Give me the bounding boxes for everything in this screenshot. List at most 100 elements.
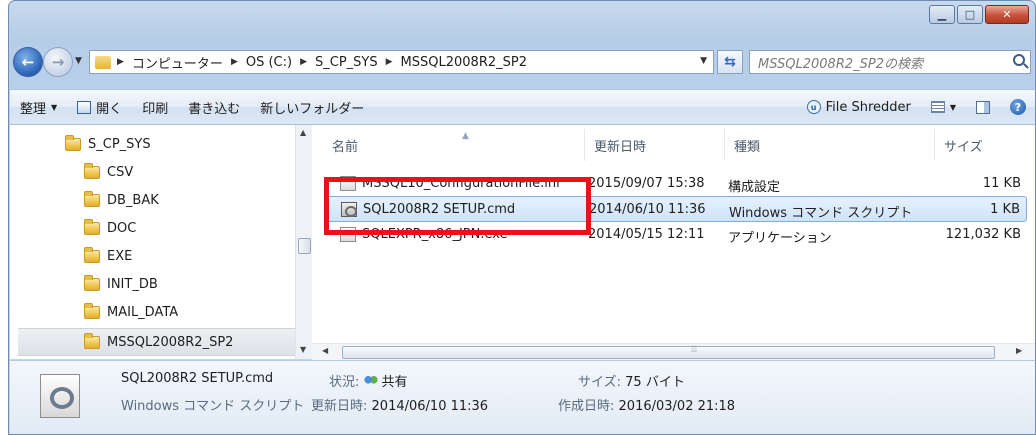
chevron-right-icon[interactable]: ▶ — [117, 57, 124, 67]
column-header-modified[interactable]: 更新日時 — [584, 125, 724, 165]
tree-item-mssql2008r2-sp2[interactable]: MSSQL2008R2_SP2 — [18, 328, 296, 356]
status-value: 共有 — [381, 375, 408, 390]
sort-ascending-icon: ▲ — [462, 131, 469, 141]
column-header-type[interactable]: 種類 — [724, 125, 934, 165]
details-pane: SQL2008R2 SETUP.cmd Windows コマンド スクリプト 状… — [10, 360, 1035, 434]
search-input[interactable]: MSSQL2008R2_SP2の検索 — [749, 50, 1031, 74]
file-type: アプリケーション — [728, 231, 832, 246]
created-label: 作成日時: — [558, 399, 615, 414]
scroll-left-icon[interactable]: ◀ — [322, 346, 328, 355]
tree-item-label: DOC — [107, 220, 137, 236]
open-button[interactable]: 開く — [67, 98, 132, 117]
tree-item-exe[interactable]: EXE — [84, 242, 132, 270]
status-label: 状況: — [329, 375, 360, 390]
details-filetype: Windows コマンド スクリプト — [121, 399, 305, 414]
details-status: 状況: 共有 — [329, 371, 408, 390]
folder-icon — [65, 134, 81, 151]
column-header-label: サイズ — [944, 139, 983, 155]
organize-button[interactable]: 整理 ▼ — [10, 98, 67, 117]
view-options-button[interactable]: ▼ — [921, 101, 966, 113]
organize-label: 整理 — [20, 101, 47, 117]
breadcrumb-drive[interactable]: OS (C:) — [246, 55, 292, 70]
tree-item-db-bak[interactable]: DB_BAK — [84, 186, 159, 214]
tree-item-label: MSSQL2008R2_SP2 — [107, 334, 234, 350]
folder-icon — [84, 302, 100, 319]
breadcrumb-mssql[interactable]: MSSQL2008R2_SP2 — [401, 55, 527, 70]
breadcrumb-computer[interactable]: コンピューター — [132, 53, 223, 72]
search-icon[interactable] — [1013, 54, 1025, 66]
details-created: 作成日時: 2016/03/02 21:18 — [558, 395, 735, 414]
file-size: 121,032 KB — [945, 227, 1021, 242]
size-label: サイズ: — [578, 375, 621, 390]
preview-pane-button[interactable] — [966, 100, 1000, 114]
tree-item-doc[interactable]: DOC — [84, 214, 136, 242]
cmd-file-large-icon — [40, 374, 80, 418]
file-size: 1 KB — [990, 202, 1020, 217]
column-header-size[interactable]: サイズ — [934, 125, 1034, 165]
chevron-right-icon[interactable]: ▶ — [231, 57, 238, 67]
scrollbar-thumb[interactable] — [298, 238, 311, 254]
chevron-right-icon[interactable]: ▶ — [300, 57, 307, 67]
list-horizontal-scrollbar[interactable]: ◀ ⦙⦙⦙ ▶ — [312, 343, 1035, 360]
tree-item-csv[interactable]: CSV — [84, 158, 133, 186]
forward-button[interactable]: → — [43, 47, 73, 77]
shredder-icon: u — [806, 100, 821, 114]
minimize-button[interactable]: ▁ — [929, 5, 955, 24]
modified-label: 更新日時: — [311, 399, 368, 414]
details-modified: 更新日時: 2014/06/10 11:36 — [311, 395, 488, 414]
folder-icon — [84, 246, 100, 263]
file-modified: 2015/09/07 15:38 — [588, 176, 705, 191]
file-shredder-button[interactable]: u File Shredder — [797, 100, 921, 115]
shared-users-icon — [363, 375, 378, 387]
annotation-highlight-box — [324, 177, 591, 235]
file-list-pane: 名前 ▲ 更新日時 種類 サイズ MSSQL10_ConfigurationFi… — [312, 125, 1035, 359]
burn-label: 書き込む — [188, 101, 241, 117]
address-bar[interactable]: ▶ コンピューター ▶ OS (C:) ▶ S_CP_SYS ▶ MSSQL20… — [89, 50, 714, 74]
column-header-label: 更新日時 — [594, 139, 647, 155]
search-placeholder: MSSQL2008R2_SP2の検索 — [758, 56, 923, 72]
folder-icon — [84, 190, 100, 207]
tree-item-init-db[interactable]: INIT_DB — [84, 270, 158, 298]
tree-item-label: MAIL_DATA — [107, 304, 179, 320]
recent-pages-dropdown[interactable]: ▼ — [75, 56, 82, 66]
folder-icon — [95, 55, 111, 69]
maximize-button[interactable]: □ — [957, 5, 983, 24]
tree-item-label: CSV — [107, 164, 134, 180]
new-folder-button[interactable]: 新しいフォルダー — [250, 98, 374, 117]
command-bar: 整理 ▼ 開く 印刷 書き込む 新しいフォルダー u File Shredder… — [10, 89, 1035, 125]
scroll-down-icon[interactable]: ▼ — [300, 345, 306, 354]
folder-icon — [84, 162, 100, 179]
open-label: 開く — [96, 101, 123, 117]
print-button[interactable]: 印刷 — [132, 98, 178, 117]
explorer-window: ▁ □ ✕ ← → ▼ ▶ コンピューター ▶ OS (C:) ▶ S_CP_S… — [8, 0, 1036, 435]
file-modified: 2014/05/15 12:11 — [588, 227, 705, 242]
close-button[interactable]: ✕ — [985, 5, 1029, 24]
open-icon — [77, 100, 92, 114]
back-button[interactable]: ← — [13, 47, 43, 77]
scroll-right-icon[interactable]: ▶ — [1016, 346, 1022, 355]
burn-button[interactable]: 書き込む — [178, 98, 250, 117]
column-header-label: 種類 — [734, 139, 761, 155]
tree-item-label: INIT_DB — [107, 276, 158, 292]
caption-buttons: ▁ □ ✕ — [929, 5, 1029, 24]
file-type: Windows コマンド スクリプト — [729, 206, 913, 221]
breadcrumb-s-cp-sys[interactable]: S_CP_SYS — [315, 55, 378, 70]
scrollbar-thumb[interactable]: ⦙⦙⦙ — [342, 345, 995, 359]
scroll-up-icon[interactable]: ▲ — [300, 128, 306, 137]
address-dropdown-icon[interactable]: ▼ — [700, 56, 707, 66]
column-header-name[interactable]: 名前 ▲ — [322, 125, 584, 165]
chevron-right-icon[interactable]: ▶ — [386, 57, 393, 67]
refresh-button[interactable]: ⇆ — [717, 50, 743, 74]
chevron-down-icon: ▼ — [949, 102, 956, 112]
new-folder-label: 新しいフォルダー — [260, 101, 365, 117]
details-filename: SQL2008R2 SETUP.cmd — [121, 371, 274, 386]
file-type: 構成設定 — [728, 180, 781, 195]
file-shredder-label: File Shredder — [825, 99, 911, 115]
tree-item-mail-data[interactable]: MAIL_DATA — [84, 298, 178, 326]
folder-icon — [84, 274, 100, 291]
nav-vertical-scrollbar[interactable]: ▲ ▼ — [295, 125, 312, 359]
tree-item-s-cp-sys[interactable]: S_CP_SYS — [65, 130, 151, 158]
help-button[interactable]: ? — [1000, 99, 1035, 115]
file-modified: 2014/06/10 11:36 — [589, 202, 706, 217]
tree-item-label: DB_BAK — [107, 192, 159, 208]
